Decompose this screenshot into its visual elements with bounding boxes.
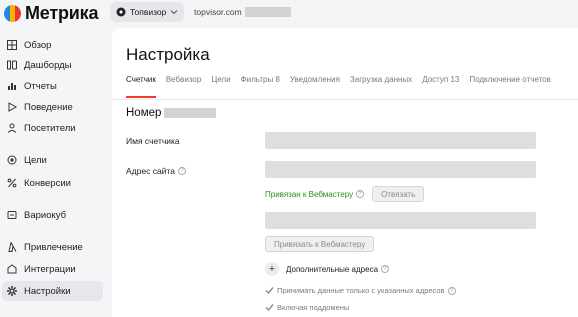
help-icon[interactable]: ? <box>356 190 365 198</box>
sidebar-item-settings[interactable]: Настройки <box>2 281 103 301</box>
sidebar-item-reports[interactable]: Отчеты <box>2 76 103 96</box>
sidebar-item-label: Конверсии <box>24 177 71 189</box>
tab-goals[interactable]: Цели <box>211 72 230 98</box>
metrika-logo[interactable]: Метрика <box>4 3 98 23</box>
sidebar-item-integrations[interactable]: Интеграции <box>2 259 103 279</box>
sidebar-item-label: Интеграции <box>24 263 76 275</box>
tab-counter[interactable]: Счетчик <box>126 72 156 98</box>
cube-icon <box>6 210 17 221</box>
puzzle-icon <box>6 264 17 275</box>
help-icon[interactable]: ? <box>381 265 390 273</box>
checkmark-icon[interactable] <box>265 303 274 312</box>
site-address-label: Адрес сайта <box>126 166 175 176</box>
dashboard-icon <box>6 60 17 71</box>
tab-filters[interactable]: Фильтры 8 <box>241 72 280 98</box>
sidebar-item-variocube[interactable]: Вариокуб <box>2 205 103 225</box>
webmaster-status: Привязан к Вебмастеру <box>265 189 354 199</box>
sidebar-item-conversions[interactable]: Конверсии <box>2 173 103 193</box>
additional-site-input[interactable] <box>265 212 536 229</box>
tabs-divider <box>112 99 578 100</box>
additional-addresses-row[interactable]: + Дополнительные адреса ? <box>265 262 390 276</box>
section-title: Номер <box>126 107 162 119</box>
tab-data-upload[interactable]: Загрузка данных <box>350 72 412 98</box>
user-icon <box>6 123 17 134</box>
sidebar-item-label: Цели <box>24 154 47 166</box>
only-specified-label: Принимать данные только с указанных адре… <box>277 286 445 295</box>
settings-tabs: Счетчик Вебвизор Цели Фильтры 8 Уведомле… <box>126 72 561 98</box>
additional-addresses-label: Дополнительные адреса <box>286 264 379 274</box>
sidebar-item-label: Дашборды <box>24 59 72 71</box>
sidebar-item-goals[interactable]: Цели <box>2 150 103 170</box>
target-icon <box>6 155 17 166</box>
subdomains-checkbox-row[interactable]: Включая поддомены <box>265 303 349 312</box>
gear-icon <box>6 286 17 297</box>
counter-name-label: Имя счетчика <box>126 136 180 146</box>
brand-name: Метрика <box>25 2 99 23</box>
plus-icon[interactable]: + <box>265 262 279 276</box>
bar-chart-icon <box>6 81 17 92</box>
chevron-down-icon <box>171 10 178 15</box>
sidebar-item-dashboards[interactable]: Дашборды <box>2 55 103 75</box>
tab-webvisor[interactable]: Вебвизор <box>166 72 201 98</box>
funnel-icon <box>6 242 17 253</box>
sidebar: Метрика Обзор Дашборды Отчеты Поведение … <box>0 0 112 317</box>
only-specified-checkbox-row[interactable]: Принимать данные только с указанных адре… <box>265 286 456 295</box>
tab-access[interactable]: Доступ 13 <box>422 72 459 98</box>
sidebar-item-label: Настройки <box>24 285 71 297</box>
sidebar-item-acquisition[interactable]: Привлечение <box>2 237 103 257</box>
masked-text <box>164 108 217 118</box>
help-icon[interactable]: ? <box>447 286 456 295</box>
sidebar-item-overview[interactable]: Обзор <box>2 35 103 55</box>
masked-text <box>244 7 291 17</box>
webmaster-status-row: Привязан к Вебмастеру ? Отвязать <box>265 186 425 202</box>
settings-panel: Настройка Счетчик Вебвизор Цели Фильтры … <box>112 28 578 317</box>
counter-selector[interactable]: Топвизор <box>110 2 185 22</box>
sidebar-item-behavior[interactable]: Поведение <box>2 97 103 117</box>
tab-notifications[interactable]: Уведомления <box>290 72 340 98</box>
grid-icon <box>6 40 17 51</box>
site-link[interactable]: topvisor.com <box>190 2 302 22</box>
sidebar-item-label: Посетители <box>24 122 76 134</box>
checkmark-icon[interactable] <box>265 286 274 295</box>
sidebar-item-label: Отчеты <box>24 80 57 92</box>
tab-report-connection[interactable]: Подключение отчетов <box>469 72 551 98</box>
site-address-label-row: Адрес сайта ? <box>126 166 186 176</box>
counter-icon <box>116 7 126 17</box>
sidebar-item-label: Обзор <box>24 39 52 51</box>
counter-number-heading: Номер <box>126 107 217 119</box>
subdomains-label: Включая поддомены <box>277 303 350 312</box>
site-domain: topvisor.com <box>194 7 242 17</box>
sidebar-item-label: Вариокуб <box>24 209 67 221</box>
metrika-logo-icon <box>4 4 21 22</box>
counter-name-input[interactable] <box>265 132 536 149</box>
page-title: Настройка <box>126 45 210 64</box>
play-icon <box>6 102 17 113</box>
help-icon[interactable]: ? <box>177 167 186 175</box>
counter-name: Топвизор <box>130 7 167 17</box>
sidebar-item-label: Привлечение <box>24 241 83 253</box>
percent-icon <box>6 178 17 189</box>
sidebar-item-visitors[interactable]: Посетители <box>2 118 103 138</box>
sidebar-item-label: Поведение <box>24 101 73 113</box>
site-address-input[interactable] <box>265 161 536 178</box>
unlink-button[interactable]: Отвязать <box>372 186 425 202</box>
link-webmaster-button[interactable]: Привязать к Вебмастеру <box>265 236 375 252</box>
